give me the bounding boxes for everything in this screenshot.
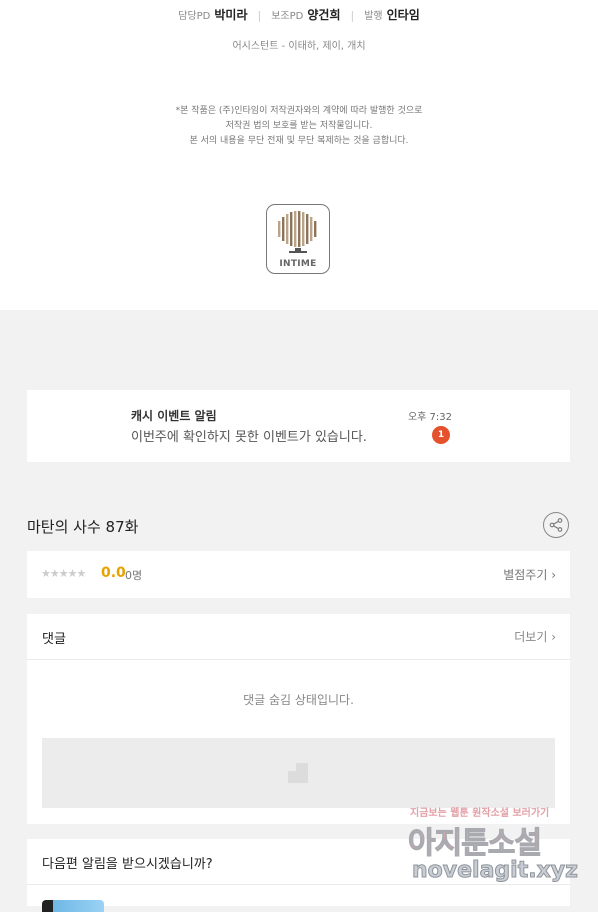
publication-info-section: 담당PD 박미라 | 보조PD 양건희 | 발행 인타임 어시스턴트 - 이태하, 제이, 개… — [0, 0, 598, 310]
notification-badge: 1 — [432, 426, 450, 444]
notification-time: 오후 7:32 — [407, 412, 452, 423]
credits-divider: | — [257, 9, 262, 22]
site-watermark: 지금보는 웹툰 원작소설 보러가기 아지툰소설 novelagit.xyz — [408, 804, 579, 896]
lead-pd-role: 담당PD — [178, 11, 211, 22]
rating-bar: ★★★★★ 0.0 0명 별점주기 › — [27, 551, 570, 598]
publisher-name: 인타임 — [386, 8, 420, 22]
lead-pd-name: 박미라 — [214, 8, 248, 22]
next-alert-question: 다음편 알림을 받으시겠습니까? — [42, 857, 213, 872]
copyright-line-1: *본 작품은 (주)인타임이 저작권자와의 계약에 따라 발행한 것으로 — [175, 106, 423, 116]
comments-more-link[interactable]: 더보기 › — [514, 628, 556, 645]
comments-hidden-message: 댓글 숨김 상태입니다. — [243, 693, 354, 707]
rating-stars-icon: ★★★★★ — [41, 567, 86, 580]
notification-title: 캐시 이벤트 알림 — [131, 409, 217, 423]
episode-title: 마탄의 사수 87화 — [27, 518, 139, 536]
watermark-tagline: 지금보는 웹툰 원작소설 보러가기 — [410, 808, 550, 819]
rate-button[interactable]: 별점주기 › — [503, 566, 556, 583]
share-button[interactable] — [543, 512, 569, 538]
credits-line: 담당PD 박미라 | 보조PD 양건희 | 발행 인타임 — [0, 6, 598, 23]
comments-section: 댓글 더보기 › 댓글 숨김 상태입니다. — [27, 614, 570, 824]
copyright-line-3: 본 서의 내용을 무단 전재 및 무단 복제하는 것을 금합니다. — [189, 136, 409, 146]
comments-banner-placeholder — [42, 738, 555, 808]
share-icon — [549, 518, 563, 532]
copyright-notice: *본 작품은 (주)인타임이 저작권자와의 계약에 따라 발행한 것으로 저작권… — [0, 104, 598, 149]
watermark-url: novelagit.xyz — [412, 858, 579, 884]
assist-pd-name: 양건희 — [307, 8, 341, 22]
credits-divider: | — [350, 9, 355, 22]
copyright-line-2: 저작권 법의 보호를 받는 저작물입니다. — [225, 121, 373, 131]
comments-title: 댓글 — [42, 632, 66, 647]
logo-wordmark: INTIME — [279, 259, 317, 269]
comments-header: 댓글 더보기 › — [27, 614, 570, 660]
cash-event-notification[interactable]: 캐시 이벤트 알림 이번주에 확인하지 못한 이벤트가 있습니다. 오후 7:3… — [27, 390, 570, 462]
notification-message: 이번주에 확인하지 못한 이벤트가 있습니다. — [131, 430, 367, 445]
next-episode-thumbnail[interactable] — [42, 900, 104, 912]
publisher-logo: INTIME — [266, 204, 330, 274]
rating-score: 0.0 — [101, 565, 126, 581]
assist-pd-role: 보조PD — [271, 11, 304, 22]
image-placeholder-icon — [288, 763, 308, 783]
publisher-role: 발행 — [364, 11, 383, 22]
assistants-credit: 어시스턴트 - 이태하, 제이, 개치 — [232, 41, 366, 52]
rating-count: 0명 — [125, 569, 143, 582]
intime-emblem-icon — [278, 211, 317, 253]
watermark-title: 아지툰소설 — [408, 826, 543, 862]
